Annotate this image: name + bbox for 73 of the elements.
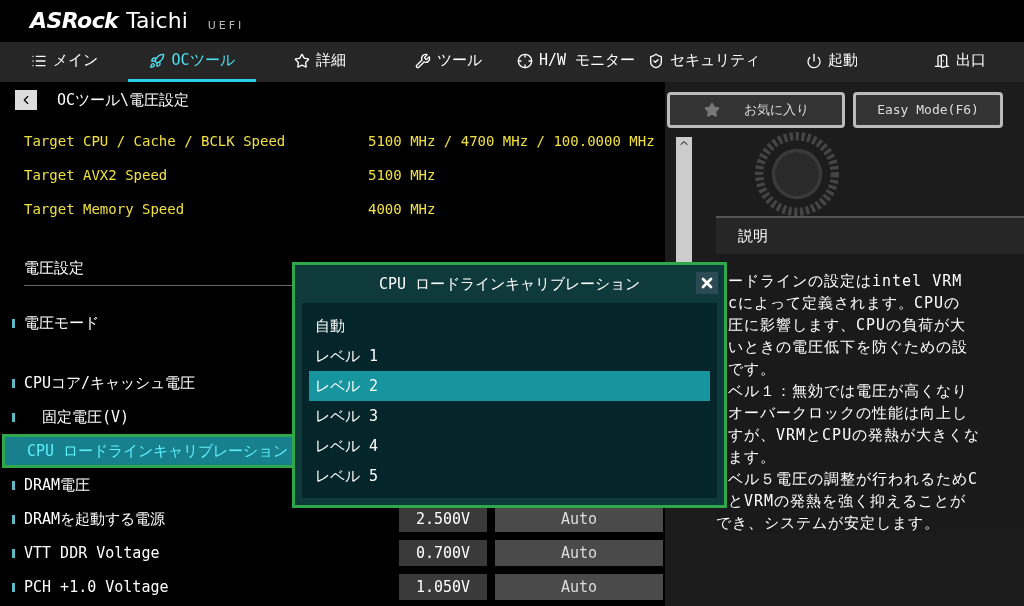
favorites-button[interactable]: お気に入り bbox=[667, 92, 845, 128]
description-line: 圧に影響します、CPUの負荷が大 bbox=[727, 315, 968, 336]
section-title: 電圧設定 bbox=[24, 257, 84, 279]
power-icon bbox=[806, 52, 822, 69]
nav-tab[interactable]: OCツール bbox=[128, 42, 256, 82]
setting-label[interactable]: CPUコア/キャッシュ電圧 bbox=[24, 371, 196, 395]
setting-label[interactable]: PCH +1.0 Voltage bbox=[24, 575, 169, 599]
info-value: 5100 MHz / 4700 MHz / 100.0000 MHz bbox=[368, 131, 655, 151]
nav-tab[interactable]: セキュリティ bbox=[640, 42, 768, 82]
voltage-value: 2.500V bbox=[399, 506, 487, 532]
setting-label[interactable]: DRAMを起動する電源 bbox=[24, 507, 166, 531]
popup-option[interactable]: レベル 4 bbox=[309, 431, 710, 461]
description-line: ードラインの設定はintel VRM bbox=[727, 271, 964, 292]
description-line: cによって定義されます。CPUの bbox=[727, 293, 962, 314]
close-icon bbox=[699, 275, 715, 291]
row-marker-icon bbox=[12, 548, 15, 558]
setting-label[interactable]: DRAM電圧 bbox=[24, 473, 91, 497]
rocket-icon bbox=[149, 52, 166, 69]
description-title: 説明 bbox=[738, 225, 768, 247]
info-label: Target CPU / Cache / BCLK Speed bbox=[24, 131, 287, 151]
close-button[interactable] bbox=[696, 272, 718, 294]
popup-option[interactable]: レベル 2 bbox=[309, 371, 710, 401]
row-marker-icon bbox=[12, 318, 15, 328]
info-value: 5100 MHz bbox=[368, 165, 436, 185]
popup-option[interactable]: レベル 5 bbox=[309, 461, 710, 491]
back-button[interactable] bbox=[15, 90, 37, 110]
description-line: いときの電圧低下を防ぐための設 bbox=[727, 337, 969, 358]
setting-label[interactable]: 電圧モード bbox=[24, 311, 99, 335]
description-line: です。 bbox=[727, 359, 777, 380]
breadcrumb: OCツール\電圧設定 bbox=[57, 89, 190, 111]
description-line: すが、VRMとCPUの発熱が大きくな bbox=[727, 425, 982, 446]
scrollbar[interactable] bbox=[676, 137, 692, 262]
description-line: ベル５電圧の調整が行われるためC bbox=[727, 469, 980, 490]
nav-tab[interactable]: H/W モニター bbox=[512, 42, 640, 82]
mode-dropdown[interactable]: Auto bbox=[495, 506, 663, 532]
popup-option[interactable]: レベル 1 bbox=[309, 341, 710, 371]
star-icon bbox=[703, 102, 720, 118]
voltage-value: 1.050V bbox=[399, 574, 487, 600]
door-icon bbox=[934, 52, 950, 69]
mode-dropdown[interactable]: Auto bbox=[495, 540, 663, 566]
popup-option[interactable]: 自動 bbox=[309, 311, 710, 341]
info-value: 4000 MHz bbox=[368, 199, 436, 219]
mode-dropdown[interactable]: Auto bbox=[495, 574, 663, 600]
setting-label[interactable]: VTT DDR Voltage bbox=[24, 541, 160, 565]
row-marker-icon bbox=[12, 582, 15, 592]
easy-mode-button[interactable]: Easy Mode(F6) bbox=[853, 92, 1003, 128]
nav-tab[interactable]: 出口 bbox=[896, 42, 1024, 82]
setting-label[interactable]: 固定電圧(V) bbox=[42, 405, 130, 429]
crosshair-icon bbox=[516, 52, 533, 69]
nav-tab[interactable]: 起動 bbox=[768, 42, 896, 82]
row-marker-icon bbox=[12, 378, 15, 388]
popup-option[interactable]: レベル 3 bbox=[309, 401, 710, 431]
wrench-icon bbox=[414, 52, 431, 69]
description-line: ベル１：無効では電圧が高くなり bbox=[727, 381, 969, 402]
description-line: ます。 bbox=[727, 447, 777, 468]
uefi-label: UEFI bbox=[207, 17, 245, 34]
info-label: Target Memory Speed bbox=[24, 199, 186, 219]
info-label: Target AVX2 Speed bbox=[24, 165, 169, 185]
nav-tab[interactable]: メイン bbox=[0, 42, 128, 82]
description-line: とVRMの発熱を強く抑えることが bbox=[727, 491, 968, 512]
popup-title: CPU ロードラインキャリブレーション bbox=[378, 273, 641, 295]
description-line: オーバークロックの性能は向上し bbox=[727, 403, 969, 424]
brand-logo: ASRock bbox=[30, 7, 119, 35]
nav-tab[interactable]: ツール bbox=[384, 42, 512, 82]
star-icon bbox=[294, 52, 310, 69]
description-line: でき、システムが安定します。 bbox=[716, 513, 941, 534]
shield-icon bbox=[648, 52, 664, 69]
nav-tab[interactable]: 詳細 bbox=[256, 42, 384, 82]
row-marker-icon bbox=[12, 514, 15, 524]
row-marker-icon bbox=[12, 412, 15, 422]
row-marker-icon bbox=[12, 480, 15, 490]
voltage-value: 0.700V bbox=[399, 540, 487, 566]
product-logo: Taichi bbox=[126, 7, 188, 35]
